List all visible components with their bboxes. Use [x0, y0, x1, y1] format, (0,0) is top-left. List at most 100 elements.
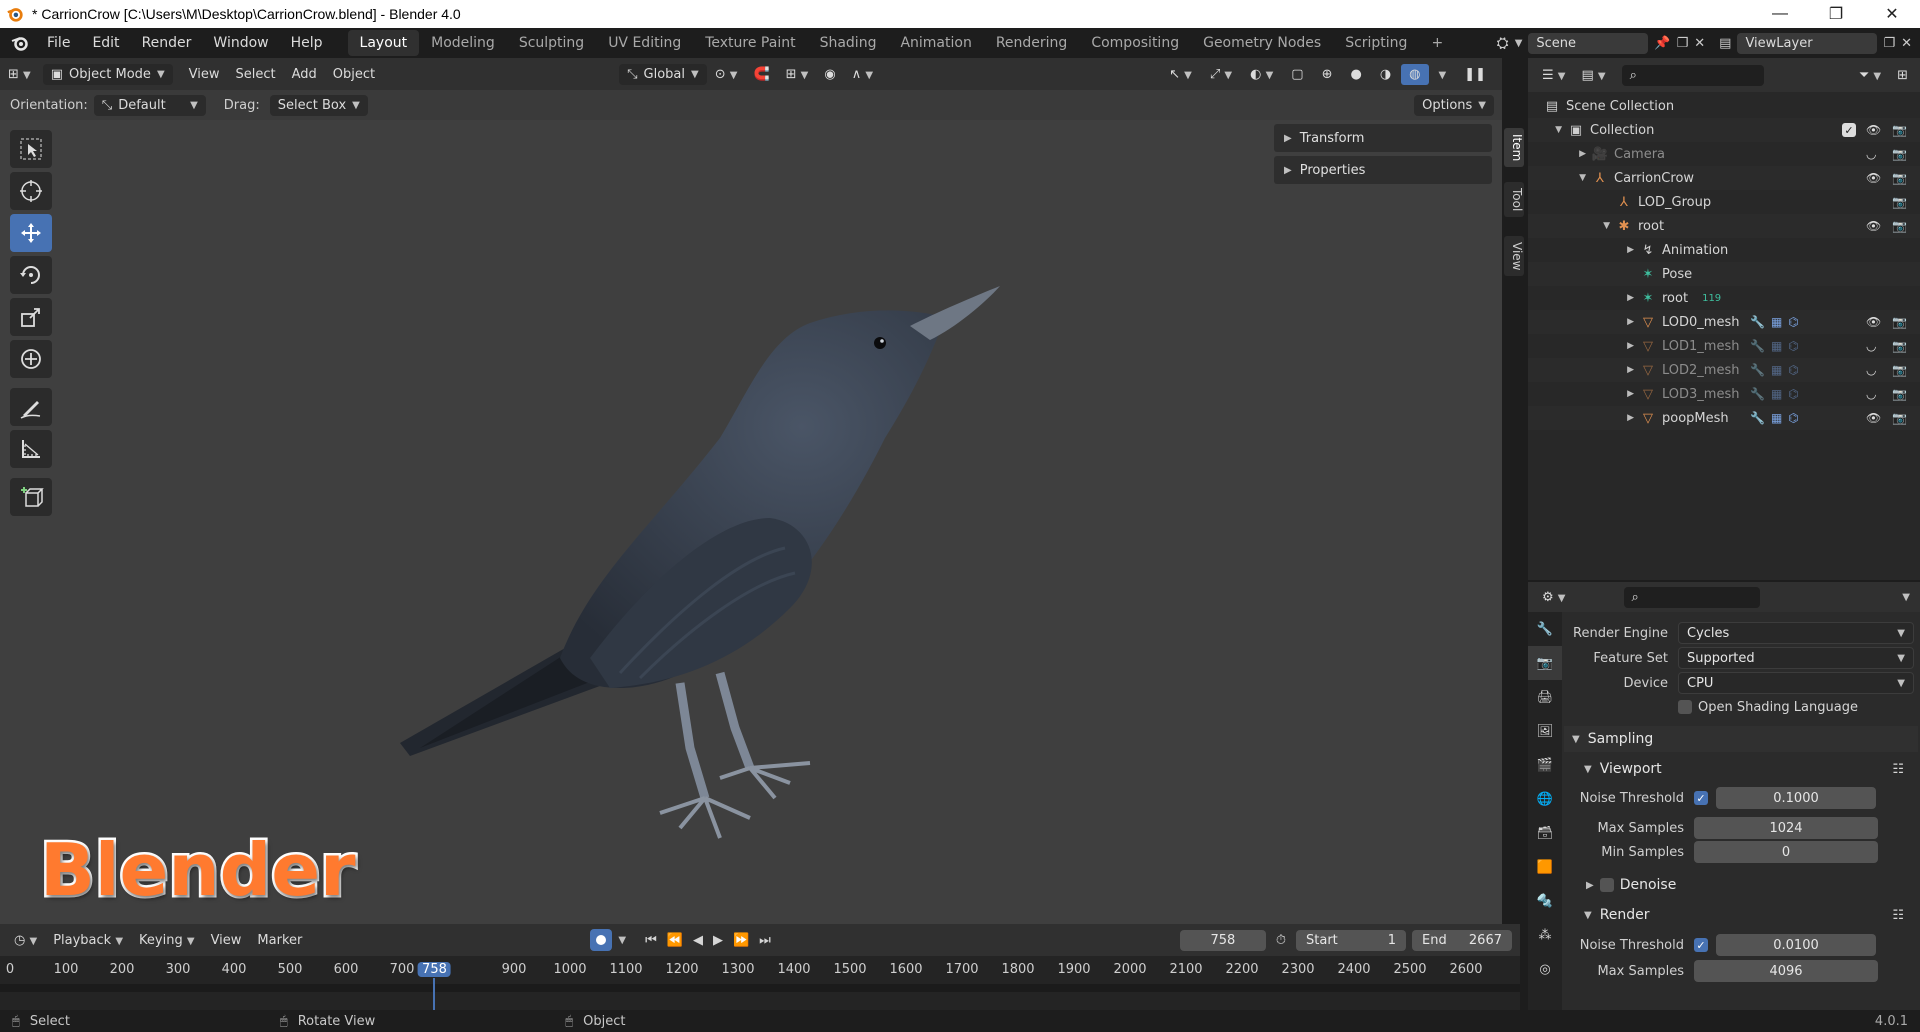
close-button[interactable]: ✕ — [1864, 0, 1920, 28]
denoise-subpanel-header[interactable]: ▶ Denoise — [1568, 872, 1918, 898]
preset-list-icon[interactable]: ☷ — [1892, 762, 1904, 777]
measure-tool[interactable] — [10, 430, 52, 468]
collection-exclude-checkbox[interactable]: ✓ — [1842, 123, 1856, 137]
annotate-tool[interactable] — [10, 388, 52, 426]
menu-help[interactable]: Help — [280, 35, 334, 51]
prev-keyframe-icon[interactable]: ⏪ — [667, 933, 683, 948]
transform-panel[interactable]: ▶ Transform — [1274, 124, 1492, 152]
modifier-icons[interactable]: 🔧▦⌬ — [1750, 411, 1805, 425]
eye-icon[interactable]: 👁 — [1866, 123, 1881, 137]
xray-icon[interactable]: ▢ — [1283, 64, 1311, 85]
pause-render-icon[interactable]: ❚❚ — [1456, 64, 1494, 85]
hidden-icon[interactable]: ◡ — [1866, 363, 1876, 377]
play-reverse-icon[interactable]: ◀ — [693, 933, 703, 948]
maximize-button[interactable]: ❐ — [1808, 0, 1864, 28]
outliner-row[interactable]: ▤ Scene Collection — [1528, 94, 1920, 118]
stopwatch-icon[interactable]: ⏱ — [1276, 933, 1286, 948]
menu-object[interactable]: Object — [325, 64, 383, 85]
falloff-icon[interactable]: ∧ ▼ — [844, 64, 881, 85]
wireframe-shading-icon[interactable]: ⊕ — [1314, 64, 1341, 85]
remove-view-layer-icon[interactable]: ✕ — [1901, 36, 1912, 51]
viewport-noise-threshold-checkbox[interactable]: ✓ — [1694, 791, 1708, 805]
particles-tab-icon[interactable]: ⁂ — [1528, 918, 1562, 952]
render-tab-icon[interactable]: 📷 — [1528, 646, 1562, 680]
chevron-down-icon[interactable]: ▼ — [1902, 592, 1910, 603]
play-icon[interactable]: ▶ — [713, 933, 723, 948]
outliner-row[interactable]: ▶ ▽ LOD0_mesh 🔧▦⌬ 👁 📷 — [1528, 310, 1920, 334]
pin-icon[interactable]: 📌 — [1654, 36, 1670, 51]
pivot-point-icon[interactable]: ⊙ ▼ — [707, 64, 746, 85]
expand-right-icon[interactable]: ▶ — [1627, 245, 1634, 255]
transform-orientation-selector[interactable]: ⤡ Global ▼ — [619, 63, 707, 85]
render-visibility-icon[interactable]: 📷 — [1892, 219, 1907, 233]
expand-down-icon[interactable]: ▼ — [1555, 125, 1562, 135]
options-button[interactable]: Options ▼ — [1414, 94, 1494, 116]
physics-tab-icon[interactable]: ◎ — [1528, 952, 1562, 986]
eye-icon[interactable]: 👁 — [1866, 411, 1881, 425]
timeline-editor[interactable]: ◷ ▼ Playback ▼ Keying ▼ View Marker ▼ ⏮ … — [0, 924, 1520, 1012]
render-max-samples-field[interactable]: 4096 — [1694, 960, 1878, 982]
menu-timeline-view[interactable]: View — [203, 930, 250, 951]
eye-icon[interactable]: 👁 — [1866, 171, 1881, 185]
expand-right-icon[interactable]: ▶ — [1627, 341, 1634, 351]
render-visibility-icon[interactable]: 📷 — [1892, 147, 1907, 161]
view-layer-selector[interactable]: ViewLayer — [1737, 32, 1878, 54]
outliner-row[interactable]: ▶ 🎥 Camera ◡ 📷 — [1528, 142, 1920, 166]
hidden-icon[interactable]: ◡ — [1866, 387, 1876, 401]
menu-window[interactable]: Window — [202, 35, 279, 51]
eye-icon[interactable]: 👁 — [1866, 219, 1881, 233]
render-visibility-icon[interactable]: 📷 — [1892, 411, 1907, 425]
render-visibility-icon[interactable]: 📷 — [1892, 339, 1907, 353]
new-collection-icon[interactable]: ⊞ — [1889, 65, 1916, 86]
expand-right-icon[interactable]: ▶ — [1627, 293, 1634, 303]
new-view-layer-icon[interactable]: ❐ — [1883, 36, 1895, 51]
eye-icon[interactable]: 👁 — [1866, 315, 1881, 329]
properties-search-input[interactable]: ⌕ — [1623, 586, 1760, 608]
tab-rendering[interactable]: Rendering — [984, 30, 1080, 56]
cursor-tool[interactable] — [10, 172, 52, 210]
selectability-icon[interactable]: ↖ ▼ — [1161, 64, 1200, 85]
viewport-subpanel-header[interactable]: ▼ Viewport ☷ — [1568, 756, 1918, 782]
solid-shading-icon[interactable]: ● — [1342, 64, 1369, 85]
display-mode-icon[interactable]: ▤ ▼ — [1574, 65, 1614, 86]
collection-tab-icon[interactable]: 🗃 — [1528, 816, 1562, 850]
denoise-checkbox[interactable] — [1599, 878, 1614, 892]
osl-checkbox[interactable] — [1678, 700, 1692, 714]
end-frame-field[interactable]: End 2667 — [1412, 929, 1512, 951]
orientation-selector[interactable]: ⤡ Default ▼ — [93, 94, 206, 116]
add-cube-tool[interactable] — [10, 478, 52, 516]
tab-uv-editing[interactable]: UV Editing — [596, 30, 693, 56]
expand-down-icon[interactable]: ▼ — [1579, 173, 1586, 183]
modifier-icons[interactable]: 🔧▦⌬ — [1750, 387, 1805, 401]
outliner-row[interactable]: ▶ ▽ LOD2_mesh 🔧▦⌬ ◡ 📷 — [1528, 358, 1920, 382]
menu-edit[interactable]: Edit — [81, 35, 130, 51]
outliner-row[interactable]: ▶ ▽ poopMesh 🔧▦⌬ 👁 📷 — [1528, 406, 1920, 430]
object-tab-icon[interactable]: 🟧 — [1528, 850, 1562, 884]
shading-options-icon[interactable]: ▼ — [1431, 64, 1455, 85]
timeline-ruler[interactable]: 0 100 200 300 400 500 600 700 758 900 1000 1100 1200… — [0, 956, 1520, 1012]
rotate-tool[interactable] — [10, 256, 52, 294]
minimize-button[interactable]: — — [1752, 0, 1808, 28]
view-layer-tab-icon[interactable]: 🖼 — [1528, 714, 1562, 748]
output-tab-icon[interactable]: 🖨 — [1528, 680, 1562, 714]
tool-tab-icon[interactable]: 🔧 — [1528, 612, 1562, 646]
menu-marker[interactable]: Marker — [249, 930, 310, 951]
render-visibility-icon[interactable]: 📷 — [1892, 123, 1907, 137]
expand-right-icon[interactable]: ▶ — [1627, 413, 1634, 423]
material-preview-icon[interactable]: ◑ — [1372, 64, 1399, 85]
side-tab-item[interactable]: Item — [1504, 128, 1524, 168]
menu-render[interactable]: Render — [131, 35, 203, 51]
expand-down-icon[interactable]: ▼ — [1603, 221, 1610, 231]
outliner-row[interactable]: ▶ ▽ LOD3_mesh 🔧▦⌬ ◡ 📷 — [1528, 382, 1920, 406]
outliner-search-input[interactable]: ⌕ — [1621, 64, 1764, 86]
select-box-tool[interactable] — [10, 130, 52, 168]
outliner-editor-type-icon[interactable]: ☰ ▼ — [1534, 65, 1574, 86]
overlays-icon[interactable]: ◐ ▼ — [1242, 64, 1281, 85]
editor-type-icon[interactable]: ⊞ ▼ — [0, 64, 39, 85]
current-frame-field[interactable]: 758 — [1179, 929, 1266, 951]
viewport-max-samples-field[interactable]: 1024 — [1694, 817, 1878, 839]
mode-selector[interactable]: ▣ Object Mode ▼ — [42, 63, 173, 85]
properties-panel[interactable]: ▶ Properties — [1274, 156, 1492, 184]
render-visibility-icon[interactable]: 📷 — [1892, 315, 1907, 329]
scale-tool[interactable] — [10, 298, 52, 336]
